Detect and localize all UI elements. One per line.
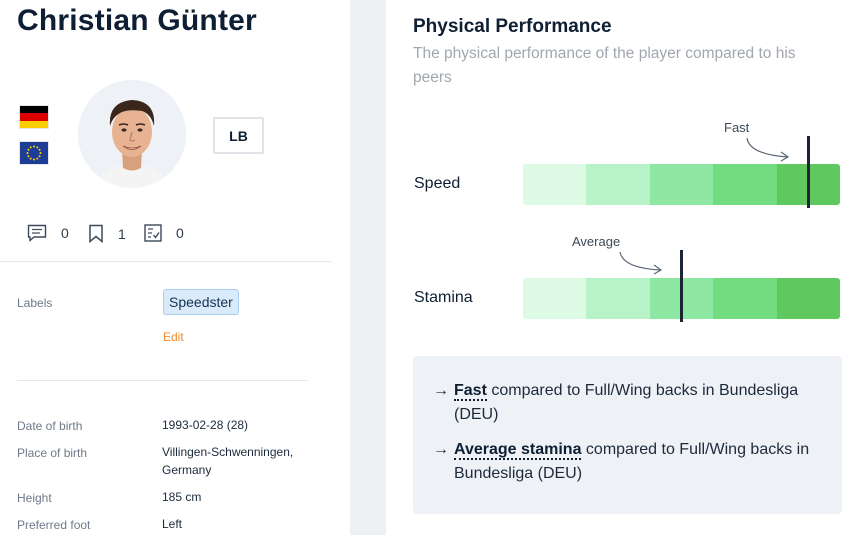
detail-label-place-of-birth: Place of birth [17,446,88,460]
stamina-label: Stamina [414,289,473,306]
eu-flag-icon [19,141,49,165]
summary-speed-term[interactable]: Fast [454,382,487,401]
checklist-icon [144,224,162,242]
detail-label-preferred-foot: Preferred foot [17,518,91,532]
checklists-count-value: 0 [176,225,184,241]
speed-label: Speed [414,175,461,192]
speed-annotation-arrow-icon [746,137,790,162]
edit-labels-link[interactable]: Edit [163,330,184,344]
performance-summary: → Fast compared to Full/Wing backs in Bu… [413,356,842,514]
arrow-right-icon: → [433,441,449,458]
percentile-segment [713,278,777,319]
divider [17,380,307,381]
comment-icon [27,224,47,242]
percentile-segment [713,164,777,205]
section-subtitle: The physical performance of the player c… [413,45,796,86]
detail-value-height: 185 cm [162,490,202,504]
summary-stamina-term[interactable]: Average stamina [454,441,582,460]
detail-label-height: Height [17,491,52,505]
summary-speed-text: compared to Full/Wing backs in Bundeslig… [454,382,799,423]
player-avatar [78,80,186,188]
percentile-segment [523,278,587,319]
summary-item-stamina: → Average stamina compared to Full/Wing … [433,438,823,486]
detail-label-date-of-birth: Date of birth [17,419,83,433]
detail-value-preferred-foot: Left [162,517,183,531]
checklists-count[interactable]: 0 [144,224,184,242]
player-name: Christian Günter [17,4,257,37]
speed-bar [523,164,840,205]
section-title: Physical Performance [413,16,612,37]
percentile-segment [586,164,650,205]
position-badge: LB [213,117,264,154]
arrow-right-icon: → [433,382,449,399]
speed-marker [806,136,810,208]
detail-value-date-of-birth: 1993-02-28 (28) [162,418,249,432]
stamina-marker [680,250,683,322]
stamina-annotation: Average [572,234,621,249]
percentile-segment [586,278,650,319]
percentile-segment [776,278,840,319]
summary-item-speed: → Fast compared to Full/Wing backs in Bu… [433,379,823,427]
bookmarks-count-value: 1 [118,225,126,242]
detail-value-place-of-birth: Villingen-Schwenningen, Germany [162,445,294,477]
bookmarks-count[interactable]: 1 [88,224,126,243]
percentile-segment [649,164,714,205]
comments-count-value: 0 [61,225,69,241]
germany-flag-icon [19,105,49,129]
player-profile-panel: Christian Günter LB 0 1 0 Labels Speedst… [0,0,350,535]
bookmark-icon [89,224,103,243]
divider [0,261,331,262]
panel-gutter [350,0,386,535]
percentile-segment [523,164,587,205]
comments-count[interactable]: 0 [27,224,69,242]
label-chip-speedster[interactable]: Speedster [163,289,239,315]
stamina-annotation-arrow-icon [619,251,663,275]
labels-heading: Labels [17,296,53,310]
physical-performance-panel: Physical Performance The physical perfor… [386,0,850,535]
speed-annotation: Fast [724,120,750,135]
